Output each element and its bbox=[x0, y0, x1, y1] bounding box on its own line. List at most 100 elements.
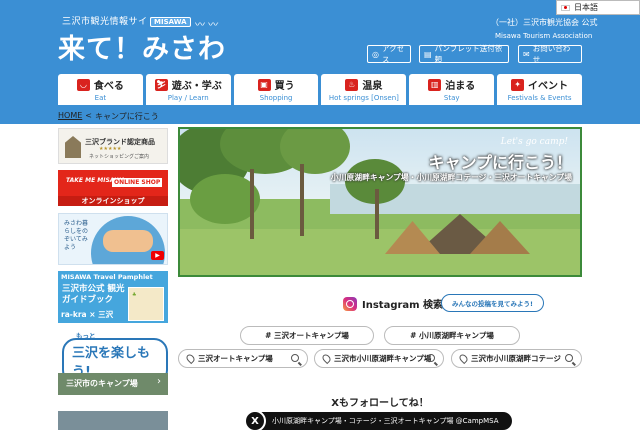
pamphlet-brand: ra-kra × 三沢 bbox=[61, 310, 114, 319]
access-button[interactable]: ◎ アクセス bbox=[367, 44, 411, 64]
nav-stay-label: 泊まる bbox=[445, 81, 476, 92]
nav-play-label: 遊ぶ・学ぶ bbox=[171, 81, 222, 92]
x-account-label: 小川原湖畔キャンプ場・コテージ・三沢オートキャンプ場 @CampMSA bbox=[272, 417, 499, 425]
hashtag-lakeside-camp-button[interactable]: # 小川原湖畔キャンプ場 bbox=[384, 326, 520, 345]
people-image bbox=[103, 230, 153, 252]
breadcrumb-current: キャンプに行こう bbox=[94, 112, 159, 121]
location-lakeside-camp-button[interactable]: 三沢市小川原湖畔キャンプ場 bbox=[314, 349, 444, 368]
location-pin-icon bbox=[457, 352, 470, 365]
location-auto-camp-button[interactable]: 三沢オートキャンプ場 bbox=[178, 349, 308, 368]
play-icon: ▶ bbox=[151, 251, 164, 260]
site-logo[interactable]: 来て！みさわ bbox=[58, 27, 226, 66]
language-label: 日本語 bbox=[574, 3, 598, 12]
campsites-link[interactable]: 三沢市のキャンプ場 › bbox=[58, 373, 168, 395]
hero-subtitle: 小川原湖畔キャンプ場・小川原湖畔コテージ・三沢オートキャンプ場 bbox=[330, 173, 572, 182]
pamphlet-title: MISAWA Travel Pamphlet bbox=[61, 273, 153, 281]
nav-play-sub: Play / Learn bbox=[167, 94, 209, 102]
location-pin-icon bbox=[184, 352, 197, 365]
nav-onsen-label: 温泉 bbox=[362, 81, 383, 92]
contact-button[interactable]: ✉ お問い合わせ bbox=[518, 44, 582, 64]
pamphlet-request-label: パンフレット送付依頼 bbox=[434, 44, 503, 64]
hot-spring-icon: ♨ bbox=[345, 78, 359, 91]
guidebook-cover: ♣ bbox=[128, 287, 164, 321]
search-icon bbox=[291, 354, 299, 362]
hero-english-text: Let's go camp! bbox=[500, 137, 568, 147]
nav-shopping-label: 買う bbox=[274, 81, 295, 92]
party-icon: ✦ bbox=[511, 78, 525, 91]
nav-events-label: イベント bbox=[528, 81, 569, 92]
location-pin-icon bbox=[320, 352, 333, 365]
bowl-icon: ◡ bbox=[76, 78, 90, 91]
nav-onsen-sub: Hot springs [Onsen] bbox=[328, 94, 399, 102]
travel-pamphlet-banner[interactable]: MISAWA Travel Pamphlet 三沢市公式 観光ガイドブック ra… bbox=[58, 271, 168, 323]
pamphlet-request-button[interactable]: ▤ パンフレット送付依頼 bbox=[419, 44, 509, 64]
misawa-life-video-banner[interactable]: みさわ暮らしをのぞいてみよう ▶ bbox=[58, 213, 168, 265]
hero-title: キャンプに行こう！ bbox=[428, 153, 572, 172]
tree-trunk bbox=[375, 189, 379, 239]
language-select[interactable]: 日本語 bbox=[556, 0, 640, 15]
stars-icon: ★★★★★ bbox=[99, 146, 122, 152]
search-icon bbox=[565, 354, 573, 362]
nav-events-sub: Festivals & Events bbox=[507, 94, 572, 102]
org-name-en: Misawa Tourism Association bbox=[495, 32, 593, 40]
nav-eat-label: 食べる bbox=[93, 81, 124, 92]
search-icon bbox=[427, 354, 435, 362]
hero-banner: Let's go camp! キャンプに行こう！ 小川原湖畔キャンプ場・小川原湖… bbox=[178, 127, 582, 277]
chevron-right-icon: › bbox=[157, 376, 161, 387]
shop-badge: ONLINE SHOP bbox=[112, 178, 163, 187]
pin-icon: ◎ bbox=[372, 49, 379, 59]
nav-shopping[interactable]: ▣ 買う Shopping bbox=[233, 74, 319, 105]
nav-eat-sub: Eat bbox=[94, 94, 107, 102]
bag-icon: ▣ bbox=[257, 78, 271, 91]
brand-products-banner[interactable]: 三沢ブランド認定商品 ★★★★★ ネットショッピングご案内 bbox=[58, 128, 168, 164]
x-follow-title: Xもフォローしてね！ bbox=[331, 398, 429, 409]
instagram-icon bbox=[343, 296, 357, 311]
building-icon: ▥ bbox=[428, 78, 442, 91]
mail-icon: ✉ bbox=[523, 49, 530, 59]
instagram-search-heading: Instagram 検索 bbox=[343, 296, 443, 311]
nav-stay[interactable]: ▥ 泊まる Stay bbox=[409, 74, 495, 105]
x-logo-icon: X bbox=[244, 410, 266, 432]
org-name: （一社）三沢市観光協会 公式 bbox=[491, 18, 598, 27]
campsites-label: 三沢市のキャンプ場 bbox=[66, 379, 138, 388]
hashtag-auto-camp-button[interactable]: # 三沢オートキャンプ場 bbox=[240, 326, 374, 345]
main-nav: ◡ 食べる Eat ⛷ 遊ぶ・学ぶ Play / Learn ▣ 買う Shoppin… bbox=[58, 74, 582, 105]
site-header: 三沢市観光情報サイト 来て！みさわ MISAWA 〰 〰 日本語 （一社）三沢市… bbox=[0, 0, 640, 124]
nav-eat[interactable]: ◡ 食べる Eat bbox=[58, 74, 143, 105]
brand-sub: ネットショッピングご案内 bbox=[89, 154, 150, 160]
pamphlet-text: 三沢市公式 観光ガイドブック bbox=[62, 284, 125, 305]
tree-trunk bbox=[250, 169, 254, 239]
breadcrumb-home[interactable]: HOME bbox=[58, 111, 82, 122]
guidebook-art-icon: ♣ bbox=[132, 292, 137, 298]
birds-icon: 〰 〰 bbox=[195, 20, 219, 31]
nav-play[interactable]: ⛷ 遊ぶ・学ぶ Play / Learn bbox=[145, 74, 231, 105]
nav-events[interactable]: ✦ イベント Festivals & Events bbox=[497, 74, 582, 105]
logo-badge: MISAWA bbox=[150, 17, 191, 27]
house-icon bbox=[65, 136, 81, 158]
location-label: 三沢市小川原湖畔キャンプ場 bbox=[334, 354, 432, 363]
japan-flag-icon bbox=[561, 4, 570, 11]
hashtag-label: # 小川原湖畔キャンプ場 bbox=[410, 331, 494, 340]
location-lakeside-cottage-button[interactable]: 三沢市小川原湖畔コテージ bbox=[451, 349, 582, 368]
video-text: みさわ暮らしをのぞいてみよう bbox=[64, 220, 89, 251]
document-icon: ▤ bbox=[424, 49, 432, 59]
instagram-speech-bubble: みんなの投稿を見てみよう! bbox=[441, 294, 544, 312]
breadcrumb-separator: < bbox=[85, 111, 92, 120]
x-account-button[interactable]: 小川原湖畔キャンプ場・コテージ・三沢オートキャンプ場 @CampMSA bbox=[250, 412, 512, 430]
instagram-label: Instagram 検索 bbox=[362, 300, 444, 311]
online-shop-banner[interactable]: TAKE ME MISAWA ONLINE SHOP オンラインショップ bbox=[58, 170, 168, 206]
enjoy-misawa-banner[interactable]: もっと 三沢を楽しもう! bbox=[58, 330, 168, 384]
ski-icon: ⛷ bbox=[154, 78, 168, 91]
breadcrumb: HOME < キャンプに行こう bbox=[58, 111, 159, 122]
contact-label: お問い合わせ bbox=[532, 44, 571, 64]
sidebar-bottom-banner[interactable] bbox=[58, 411, 168, 430]
nav-shopping-sub: Shopping bbox=[259, 94, 293, 102]
location-label: 三沢市小川原湖畔コテージ bbox=[471, 354, 561, 363]
site-tagline: 三沢市観光情報サイト bbox=[62, 17, 158, 27]
nav-onsen[interactable]: ♨ 温泉 Hot springs [Onsen] bbox=[321, 74, 407, 105]
tree-trunk bbox=[300, 164, 304, 236]
nav-stay-sub: Stay bbox=[443, 94, 460, 102]
shop-label: オンラインショップ bbox=[58, 196, 168, 206]
hashtag-label: # 三沢オートキャンプ場 bbox=[265, 331, 349, 340]
access-label: アクセス bbox=[381, 44, 405, 64]
